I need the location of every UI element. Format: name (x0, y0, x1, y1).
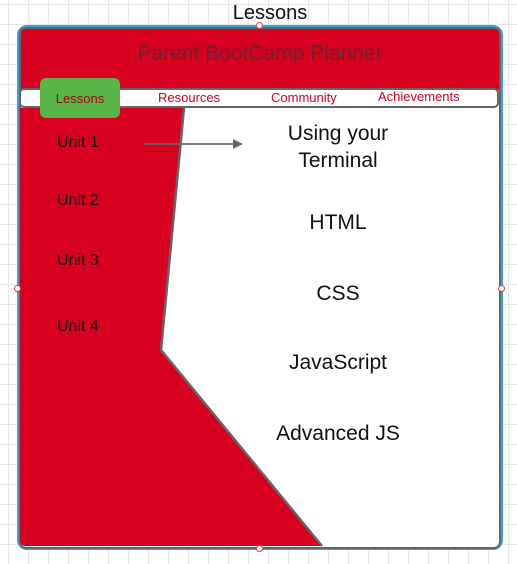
lesson-item-terminal[interactable]: Using your Terminal (248, 120, 428, 174)
lesson-item-javascript[interactable]: JavaScript (238, 349, 438, 376)
resize-handle-left[interactable] (14, 285, 21, 292)
sidebar-item-unit-4[interactable]: Unit 4 (57, 318, 99, 336)
nav-tab-resources[interactable]: Resources (158, 90, 220, 105)
nav-tab-achievements[interactable]: Achievements (378, 89, 460, 104)
resize-handle-bottom[interactable] (256, 545, 263, 552)
lesson-item-advanced-js[interactable]: Advanced JS (238, 420, 438, 447)
sidebar-item-unit-2[interactable]: Unit 2 (57, 192, 99, 210)
resize-handle-top[interactable] (256, 22, 263, 29)
lesson-item-css[interactable]: CSS (238, 280, 438, 307)
lesson-item-html[interactable]: HTML (238, 209, 438, 236)
sidebar-item-unit-3[interactable]: Unit 3 (57, 252, 99, 270)
nav-tab-lessons[interactable]: Lessons (40, 78, 120, 118)
nav-tab-community[interactable]: Community (271, 90, 337, 105)
app-title: Parent BootCamp Planner (137, 42, 383, 65)
resize-handle-right[interactable] (498, 285, 505, 292)
sidebar-item-unit-1[interactable]: Unit 1 (57, 134, 99, 152)
